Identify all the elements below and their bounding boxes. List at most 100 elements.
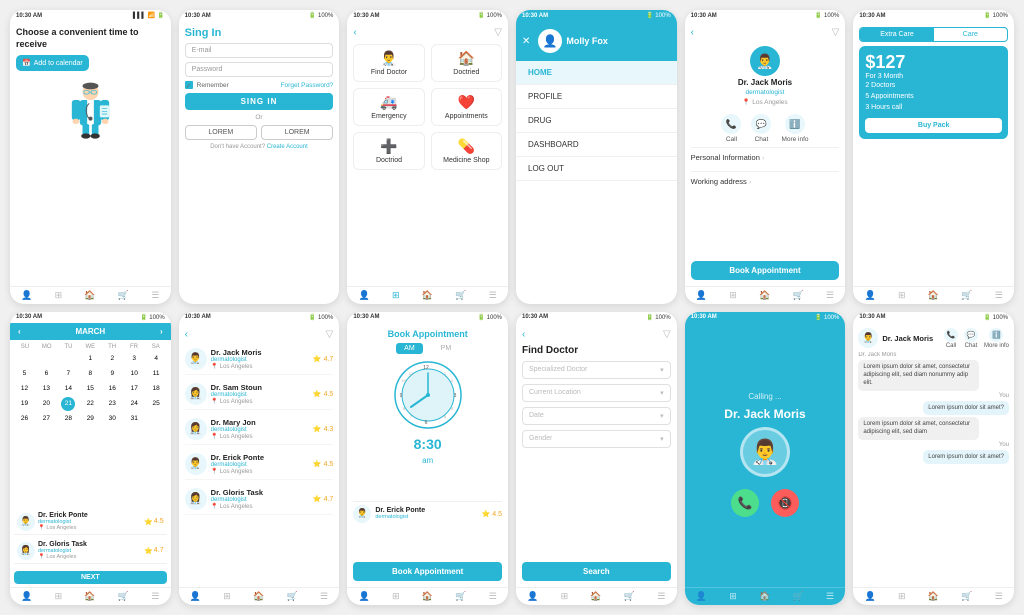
close-icon[interactable]: ✕ xyxy=(522,36,530,47)
nav-cart-icon-3[interactable]: 🛒 xyxy=(455,290,466,301)
accept-call-button[interactable]: 📞 xyxy=(731,489,759,517)
add-to-calendar-button[interactable]: 📅 Add to calendar xyxy=(16,55,89,71)
nav-grid-icon[interactable]: ⊞ xyxy=(55,290,63,301)
nav-p10-4[interactable]: 🛒 xyxy=(624,591,635,602)
nav-menu-icon[interactable]: ☰ xyxy=(151,290,159,301)
doc-item-7-1[interactable]: 👨‍⚕️ Dr. Erick Ponte dermatologist 📍 Los… xyxy=(14,509,167,535)
doc-list-item-4[interactable]: 👨‍⚕️ Dr. Erick Ponte dermatologist 📍 Los… xyxy=(185,449,334,480)
nav-home-icon[interactable]: 🏠 xyxy=(84,290,95,301)
filter-icon-5[interactable]: ▽ xyxy=(832,27,840,38)
email-field[interactable]: E-mail xyxy=(185,43,334,58)
nav-p12-5[interactable]: ☰ xyxy=(995,591,1003,602)
book-appointment-button-5[interactable]: Book Appointment xyxy=(691,261,840,280)
menu-dashboard[interactable]: DASHBOARD xyxy=(516,133,677,157)
appointments-card[interactable]: ❤️ Appointments xyxy=(431,88,502,126)
more-info-action[interactable]: ℹ️ More info xyxy=(781,114,808,143)
nav-p12-2[interactable]: ⊞ xyxy=(898,591,906,602)
doc-list-item-5[interactable]: 👩‍⚕️ Dr. Gloris Task dermatologist 📍 Los… xyxy=(185,484,334,515)
doc-list-item-1[interactable]: 👨‍⚕️ Dr. Jack Moris dermatologist 📍 Los … xyxy=(185,344,334,375)
working-address-row[interactable]: Working address › xyxy=(691,171,840,191)
doctried-card[interactable]: 🏠 Doctried xyxy=(431,44,502,82)
emergency-card[interactable]: 🚑 Emergency xyxy=(353,88,424,126)
forgot-password-link[interactable]: Forget Password? xyxy=(281,82,334,89)
nav-p9-5[interactable]: ☰ xyxy=(489,591,497,602)
nav-p11-5[interactable]: ☰ xyxy=(826,591,834,602)
filter-icon-10[interactable]: ▽ xyxy=(663,329,671,340)
nav-p11-4[interactable]: 🛒 xyxy=(793,591,804,602)
pm-button[interactable]: PM xyxy=(433,343,460,354)
extra-care-tab[interactable]: Extra Care xyxy=(860,28,933,41)
gender-select[interactable]: Gender ▾ xyxy=(522,430,671,448)
nav-p11-3[interactable]: 🏠 xyxy=(759,591,770,602)
nav-p10-2[interactable]: ⊞ xyxy=(561,591,569,602)
nav-p5-1[interactable]: 👤 xyxy=(696,290,707,301)
chat-chat-action[interactable]: 💬 Chat xyxy=(964,328,978,349)
buy-pack-button[interactable]: Buy Pack xyxy=(865,118,1002,133)
nav-p5-3[interactable]: 🏠 xyxy=(759,290,770,301)
nav-p12-3[interactable]: 🏠 xyxy=(928,591,939,602)
nav-p9-2[interactable]: ⊞ xyxy=(392,591,400,602)
nav-p6-3[interactable]: 🏠 xyxy=(928,290,939,301)
personal-info-row[interactable]: Personal Information › xyxy=(691,147,840,167)
doc-item-7-2[interactable]: 👩‍⚕️ Dr. Gloris Task dermatologist 📍 Los… xyxy=(14,538,167,564)
nav-p8-2[interactable]: ⊞ xyxy=(223,591,231,602)
nav-p9-4[interactable]: 🛒 xyxy=(455,591,466,602)
signin-button[interactable]: SING IN xyxy=(185,93,334,110)
nav-p8-4[interactable]: 🛒 xyxy=(287,591,298,602)
nav-p7-5[interactable]: ☰ xyxy=(151,591,159,602)
call-action[interactable]: 📞 Call xyxy=(721,114,741,143)
back-arrow-5[interactable]: ‹ xyxy=(691,27,694,38)
nav-home-icon-3[interactable]: 🏠 xyxy=(422,290,433,301)
nav-person-icon[interactable]: 👤 xyxy=(21,290,32,301)
nav-p6-2[interactable]: ⊞ xyxy=(898,290,906,301)
nav-p5-2[interactable]: ⊞ xyxy=(729,290,737,301)
back-arrow-8[interactable]: ‹ xyxy=(185,329,188,340)
decline-call-button[interactable]: 📵 xyxy=(771,489,799,517)
nav-p8-3[interactable]: 🏠 xyxy=(253,591,264,602)
chat-call-action[interactable]: 📞 Call xyxy=(944,328,958,349)
book-appointment-button-9[interactable]: Book Appointment xyxy=(353,562,502,581)
nav-p12-4[interactable]: 🛒 xyxy=(961,591,972,602)
nav-p7-2[interactable]: ⊞ xyxy=(55,591,63,602)
nav-p5-4[interactable]: 🛒 xyxy=(793,290,804,301)
nav-p9-3[interactable]: 🏠 xyxy=(422,591,433,602)
nav-p7-4[interactable]: 🛒 xyxy=(118,591,129,602)
date-select[interactable]: Date ▾ xyxy=(522,407,671,425)
nav-p6-5[interactable]: ☰ xyxy=(995,290,1003,301)
menu-home[interactable]: HOME xyxy=(516,61,677,85)
nav-p7-3[interactable]: 🏠 xyxy=(84,591,95,602)
prev-month-button[interactable]: ‹ xyxy=(18,327,21,336)
nav-p10-1[interactable]: 👤 xyxy=(527,591,538,602)
chat-info-action[interactable]: ℹ️ More info xyxy=(984,328,1009,349)
remember-checkbox[interactable]: ✓ xyxy=(185,81,193,89)
next-month-button[interactable]: › xyxy=(160,327,163,336)
filter-icon[interactable]: ▽ xyxy=(494,27,502,38)
back-arrow-icon[interactable]: ‹ xyxy=(353,27,356,38)
doctriod-card[interactable]: ➕ Doctriod xyxy=(353,132,424,170)
medicine-shop-card[interactable]: 💊 Medicine Shop xyxy=(431,132,502,170)
nav-p8-1[interactable]: 👤 xyxy=(190,591,201,602)
location-select[interactable]: Current Location ▾ xyxy=(522,384,671,402)
nav-p12-1[interactable]: 👤 xyxy=(864,591,875,602)
doc-list-item-2[interactable]: 👩‍⚕️ Dr. Sam Stoun dermatologist 📍 Los A… xyxy=(185,379,334,410)
nav-p10-3[interactable]: 🏠 xyxy=(590,591,601,602)
nav-p9-1[interactable]: 👤 xyxy=(358,591,369,602)
nav-menu-icon-3[interactable]: ☰ xyxy=(489,290,497,301)
nav-p11-1[interactable]: 👤 xyxy=(696,591,707,602)
find-doctor-card[interactable]: 👨‍⚕️ Find Doctor xyxy=(353,44,424,82)
nav-p5-5[interactable]: ☰ xyxy=(826,290,834,301)
am-button[interactable]: AM xyxy=(396,343,423,354)
nav-grid-icon-3[interactable]: ⊞ xyxy=(392,290,400,301)
menu-profile[interactable]: PROFILE xyxy=(516,85,677,109)
lorem-button-2[interactable]: LOREM xyxy=(261,125,333,140)
lorem-button-1[interactable]: LOREM xyxy=(185,125,257,140)
nav-p6-4[interactable]: 🛒 xyxy=(961,290,972,301)
nav-p7-1[interactable]: 👤 xyxy=(21,591,32,602)
create-account-link[interactable]: Create Account xyxy=(267,144,308,150)
filter-icon-8[interactable]: ▽ xyxy=(326,329,334,340)
specialized-select[interactable]: Specialized Doctor ▾ xyxy=(522,361,671,379)
search-button[interactable]: Search xyxy=(522,562,671,581)
nav-p6-1[interactable]: 👤 xyxy=(864,290,875,301)
menu-logout[interactable]: LOG OUT xyxy=(516,157,677,181)
nav-p10-5[interactable]: ☰ xyxy=(657,591,665,602)
